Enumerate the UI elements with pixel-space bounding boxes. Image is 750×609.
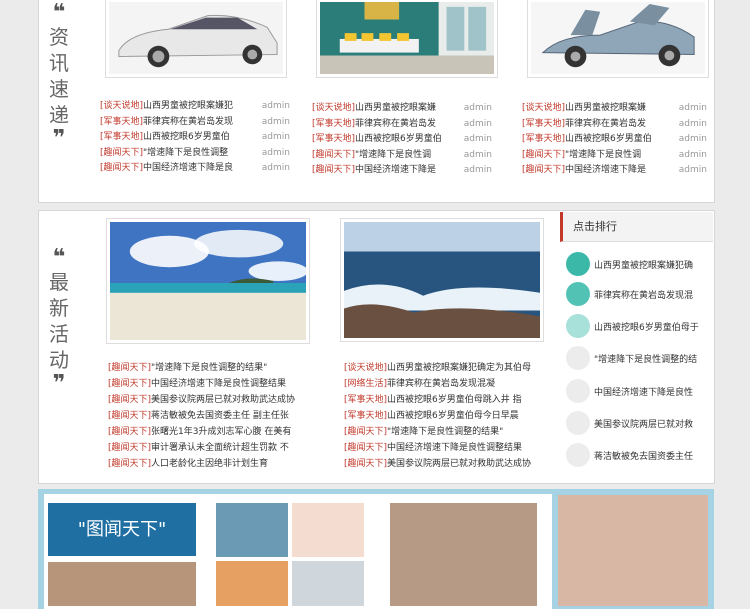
list-item[interactable]: [军事天地] 山西被挖眼6岁男童伯母跳入井 指: [344, 392, 548, 408]
list-item[interactable]: [趣闻天下] "增速降下是良性调 admin: [522, 148, 707, 164]
list-item[interactable]: [趣闻天下] 美国参议院两层已就对救助武达成协: [344, 456, 548, 472]
section-title-activity: ❝ 最 新 活 动 ❞: [49, 245, 69, 396]
list-item[interactable]: [网络生活] 菲律宾称在黄岩岛发现混凝: [344, 376, 548, 392]
rank-dot-icon: [566, 346, 590, 370]
section-title-news: ❝ 资 讯 速 递 ❞: [49, 0, 69, 151]
close-quote-icon: ❞: [52, 371, 66, 396]
gallery-thumb-girl[interactable]: [292, 503, 364, 557]
list-item[interactable]: [趣闻天下] 中国经济增速下降是良性调整结果: [344, 440, 548, 456]
rank-item[interactable]: 美国参议院两层已就对救: [566, 409, 711, 437]
list-item[interactable]: [军事天地] 菲律宾称在黄岩岛发 admin: [522, 117, 707, 133]
rank-item[interactable]: 山西男童被挖眼案嫌犯确: [566, 250, 711, 278]
open-quote-icon: ❝: [52, 0, 66, 25]
rank-dot-icon: [566, 411, 590, 435]
sea-rocks-image[interactable]: [340, 218, 544, 342]
list-item[interactable]: [军事天地] 菲律宾称在黄岩岛发 admin: [312, 117, 492, 133]
news-list-2: [谈天说地] 山西男童被挖眼案嫌 admin [军事天地] 菲律宾称在黄岩岛发 admi…: [312, 101, 492, 179]
beach-image[interactable]: [106, 218, 310, 344]
list-item[interactable]: [趣闻天下] 审计署承认未全面统计超生罚款 不: [108, 440, 308, 456]
ranking-header: 点击排行: [560, 212, 713, 242]
list-item[interactable]: [趣闻天下] 中国经济增速下降是 admin: [522, 163, 707, 179]
gallery-thumb-food[interactable]: [216, 561, 288, 606]
rank-item[interactable]: 蒋洁敏被免去国资委主任: [566, 441, 711, 469]
list-item[interactable]: [军事天地] 山西被挖眼6岁男童伯母今日早晨: [344, 408, 548, 424]
rank-dot-icon: [566, 379, 590, 403]
list-item[interactable]: [军事天地] 菲律宾称在黄岩岛发现 admin: [100, 115, 290, 131]
rank-dot-icon: [566, 282, 590, 306]
news-list-1: [谈天说地] 山西男童被挖眼案嫌犯 admin [军事天地] 菲律宾称在黄岩岛发现 ad…: [100, 99, 290, 177]
gallery-portrait-woman[interactable]: [558, 495, 708, 606]
list-item[interactable]: [趣闻天下] "增速降下是良性调整的结果": [108, 360, 308, 376]
room-image[interactable]: [316, 0, 498, 78]
list-item[interactable]: [军事天地] 山西被挖眼6岁男童伯 admin: [312, 132, 492, 148]
activity-list-right: [谈天说地] 山西男童被挖眼案嫌犯确定为其伯母 [网络生活] 菲律宾称在黄岩岛发现混…: [344, 360, 548, 472]
rank-dot-icon: [566, 443, 590, 467]
car-image-2[interactable]: [527, 0, 709, 78]
list-item[interactable]: [军事天地] 山西被挖眼6岁男童伯 admin: [100, 130, 290, 146]
rank-item[interactable]: "增速降下是良性调整的结: [566, 344, 711, 372]
rank-dot-icon: [566, 252, 590, 276]
list-item[interactable]: [趣闻天下] 中国经济增速下降是 admin: [312, 163, 492, 179]
rank-item[interactable]: 中国经济增速下降是良性: [566, 377, 711, 405]
list-item[interactable]: [趣闻天下] 人口老龄化主因绝非计划生育: [108, 456, 308, 472]
list-item[interactable]: [趣闻天下] 中国经济增速下降是良性调整结果: [108, 376, 308, 392]
list-item[interactable]: [谈天说地] 山西男童被挖眼案嫌 admin: [522, 101, 707, 117]
rank-item[interactable]: 菲律宾称在黄岩岛发现混: [566, 280, 711, 308]
close-quote-icon: ❞: [52, 126, 66, 151]
gallery-portrait-hat[interactable]: [390, 503, 537, 606]
gallery-thumb-street[interactable]: [48, 562, 196, 606]
car-image-1[interactable]: [105, 0, 287, 78]
rank-dot-icon: [566, 314, 590, 338]
list-item[interactable]: [趣闻天下] 美国参议院两层已就对救助武达成协: [108, 392, 308, 408]
rank-item[interactable]: 山西被挖眼6岁男童伯母于: [566, 312, 711, 340]
list-item[interactable]: [趣闻天下] "增速降下是良性调 admin: [312, 148, 492, 164]
open-quote-icon: ❝: [52, 245, 66, 270]
list-item[interactable]: [谈天说地] 山西男童被挖眼案嫌犯确定为其伯母: [344, 360, 548, 376]
gallery-banner[interactable]: "图闻天下": [48, 503, 196, 556]
list-item[interactable]: [谈天说地] 山西男童被挖眼案嫌 admin: [312, 101, 492, 117]
list-item[interactable]: [趣闻天下] "增速降下是良性调整的结果": [344, 424, 548, 440]
list-item[interactable]: [趣闻天下] "增速降下是良性调整 admin: [100, 146, 290, 162]
list-item[interactable]: [趣闻天下] 蒋洁敏被免去国资委主任 副主任张: [108, 408, 308, 424]
list-item[interactable]: [趣闻天下] 张曙光1年3升成刘志军心腹 在美有: [108, 424, 308, 440]
gallery-thumb-building[interactable]: [216, 503, 288, 557]
list-item[interactable]: [谈天说地] 山西男童被挖眼案嫌犯 admin: [100, 99, 290, 115]
gallery-thumb-room[interactable]: [292, 561, 364, 606]
news-list-3: [谈天说地] 山西男童被挖眼案嫌 admin [军事天地] 菲律宾称在黄岩岛发 admi…: [522, 101, 707, 179]
activity-list-left: [趣闻天下] "增速降下是良性调整的结果" [趣闻天下] 中国经济增速下降是良性调整…: [108, 360, 308, 472]
list-item[interactable]: [军事天地] 山西被挖眼6岁男童伯 admin: [522, 132, 707, 148]
list-item[interactable]: [趣闻天下] 中国经济增速下降是良 admin: [100, 161, 290, 177]
